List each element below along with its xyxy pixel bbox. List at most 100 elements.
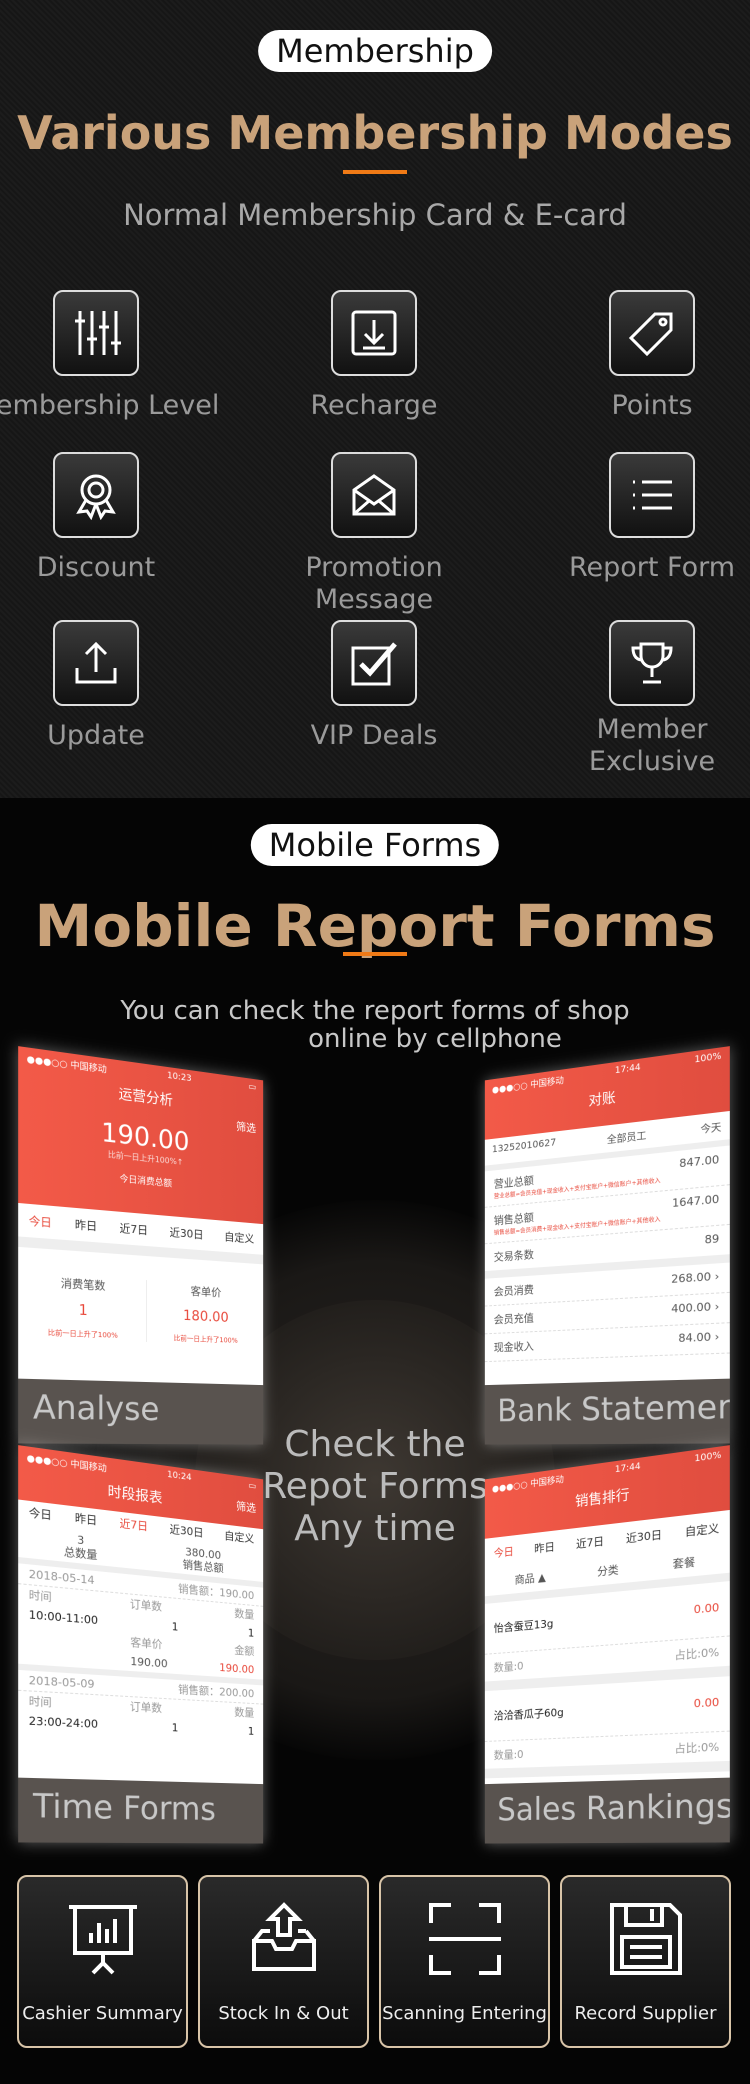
card-label: Cashier Summary [19, 2003, 186, 2024]
list-icon [609, 452, 695, 538]
orders: 1 [172, 1620, 179, 1633]
stat-note: 比前一日上升了100% [146, 1332, 263, 1347]
floppy-icon [606, 1899, 686, 1979]
orders: 1 [172, 1721, 179, 1734]
battery-icon: ▭ [248, 1481, 256, 1495]
feature-report-form[interactable]: Report Form [522, 452, 750, 584]
feature-promotion-message[interactable]: Promotion Message [244, 452, 504, 616]
feature-label: Recharge [244, 390, 504, 422]
row-label: 会员消费 [494, 1281, 534, 1299]
sliders-icon [53, 290, 139, 376]
battery: 100% [694, 1450, 721, 1467]
period-dropdown[interactable]: 今天 [700, 1118, 721, 1136]
label: 时间 [29, 1695, 52, 1710]
qty: 1 [248, 1627, 254, 1640]
qty: 1 [248, 1725, 254, 1738]
item-qty: 数量:0 [494, 1658, 524, 1676]
cashier-summary-card[interactable]: Cashier Summary [17, 1875, 188, 2048]
row-value: 268.00 › [671, 1270, 719, 1289]
sort-column[interactable]: 分类 [597, 1561, 618, 1579]
forms-subtitle-line2: online by cellphone [0, 1024, 750, 1054]
stat-note: 比前一日上升了100% [18, 1326, 145, 1342]
feature-member-exclusive[interactable]: Member Exclusive [522, 620, 750, 778]
tab[interactable]: 近30日 [170, 1224, 204, 1243]
feature-label: Discount [0, 552, 226, 584]
row-value: 1647.00 [672, 1192, 719, 1222]
staff-dropdown[interactable]: 全部员工 [607, 1127, 646, 1147]
stock-in-out-card[interactable]: Stock In & Out [198, 1875, 369, 2048]
caption-sales-rankings: Sales Rankings [485, 1778, 730, 1844]
tab[interactable]: 今日 [29, 1212, 52, 1230]
stat-label: 客单价 [146, 1280, 263, 1303]
download-icon [331, 290, 417, 376]
tab[interactable]: 自定义 [224, 1229, 254, 1247]
label: 金额 [234, 1644, 254, 1658]
tab[interactable]: 自定义 [685, 1520, 719, 1540]
tab[interactable]: 今日 [494, 1543, 514, 1561]
feature-vip-deals[interactable]: VIP Deals [244, 620, 504, 752]
card-label: Record Supplier [562, 2003, 729, 2024]
award-icon [53, 452, 139, 538]
tab[interactable]: 近30日 [626, 1526, 662, 1546]
item-ratio: 占比:0% [674, 1644, 719, 1664]
item-value: 0.00 [694, 1601, 720, 1620]
label: 订单数 [130, 1700, 162, 1715]
mobile-forms-badge: Mobile Forms [251, 824, 499, 866]
battery: 100% [694, 1051, 721, 1068]
card-label: Stock In & Out [200, 2003, 367, 2024]
label: 时间 [29, 1588, 52, 1604]
feature-label: VIP Deals [244, 720, 504, 752]
label: 订单数 [130, 1598, 162, 1614]
label: 数量 [234, 1706, 254, 1720]
tab[interactable]: 近30日 [170, 1523, 204, 1540]
scanning-entering-card[interactable]: Scanning Entering [379, 1875, 550, 2048]
sort-column[interactable]: 套餐 [673, 1553, 696, 1572]
feature-discount[interactable]: Discount [0, 452, 226, 584]
tab[interactable]: 昨日 [534, 1538, 554, 1556]
tab[interactable]: 自定义 [224, 1529, 254, 1545]
upload-icon [53, 620, 139, 706]
time-forms-screen: ●●●○○ 中国移动 10:24 ▭ 时段报表 筛选 今日 昨日 近7日 近30日 自定义 3… [18, 1445, 263, 1843]
screen-title: 时段报表 [108, 1481, 163, 1508]
range: 23:00-24:00 [29, 1714, 98, 1731]
sort-column[interactable]: 商品 ▲ [515, 1569, 546, 1588]
tab[interactable]: 昨日 [75, 1512, 97, 1528]
battery-icon: ▭ [248, 1082, 256, 1096]
tab[interactable]: 今日 [29, 1506, 52, 1522]
clock: 10:23 [167, 1071, 192, 1087]
stat-label: 消费笔数 [18, 1272, 145, 1296]
sales-rankings-screen: ●●●○○ 中国移动 17:44 100% 销售排行 今日 昨日 近7日 近30日 自定义 … [485, 1445, 730, 1843]
feature-points[interactable]: Points [522, 290, 750, 422]
item-name: 怡含蚕豆13g [494, 1615, 554, 1636]
feature-update[interactable]: Update [0, 620, 226, 752]
row-label: 交易条数 [494, 1246, 534, 1264]
row-label: 现金收入 [494, 1338, 534, 1355]
membership-section: Membership Various Membership Modes Norm… [0, 0, 750, 798]
row-value: 400.00 › [671, 1300, 719, 1319]
feature-membership-level[interactable]: Membership Level [0, 290, 226, 422]
tab[interactable]: 昨日 [75, 1216, 97, 1234]
label: 数量 [234, 1607, 254, 1621]
title-underline [343, 170, 407, 174]
feature-label: Membership Level [0, 390, 226, 422]
card-label: Scanning Entering [381, 2003, 548, 2024]
filter-button[interactable]: 筛选 [236, 1498, 256, 1520]
scan-icon [425, 1899, 505, 1979]
tab[interactable]: 近7日 [120, 1220, 148, 1238]
envelope-icon [331, 452, 417, 538]
tab[interactable]: 近7日 [120, 1517, 148, 1533]
range: 10:00-11:00 [29, 1608, 98, 1627]
trophy-icon [609, 620, 695, 706]
tag-icon [609, 290, 695, 376]
clock: 17:44 [615, 1063, 641, 1080]
membership-badge: Membership [258, 30, 492, 72]
presentation-chart-icon [63, 1899, 143, 1979]
feature-label: Report Form [522, 552, 750, 584]
record-supplier-card[interactable]: Record Supplier [560, 1875, 731, 2048]
tab[interactable]: 近7日 [576, 1533, 604, 1552]
feature-recharge[interactable]: Recharge [244, 290, 504, 422]
feature-label: Member Exclusive [587, 714, 717, 778]
count-label: 总数量 [64, 1545, 98, 1562]
amount: 190.00 [219, 1661, 254, 1676]
stat-value: 180.00 [146, 1306, 263, 1328]
